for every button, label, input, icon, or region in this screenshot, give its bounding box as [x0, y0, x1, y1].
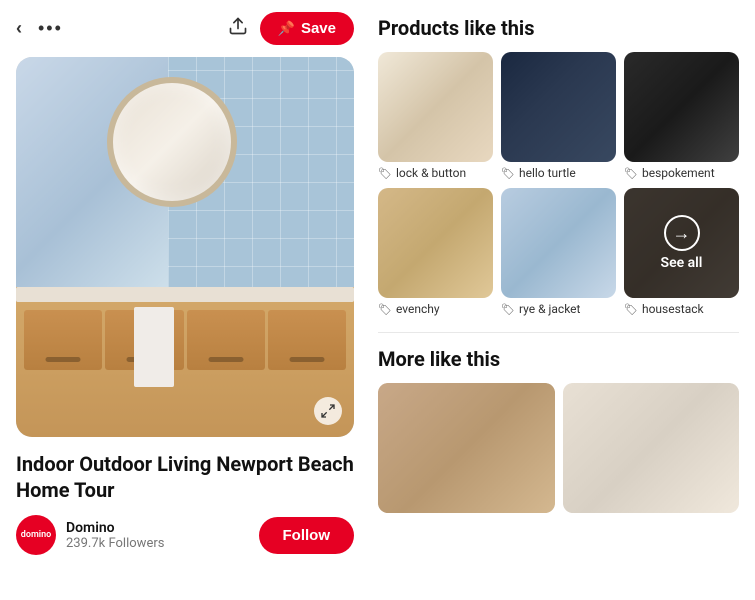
towel: [134, 307, 174, 387]
product-label-3: 🏷 bespokement: [624, 166, 739, 180]
product-item-6[interactable]: → See all 🏷 housestack: [624, 188, 739, 316]
expand-button[interactable]: [314, 397, 342, 425]
author-row: domino Domino 239.7k Followers Follow: [16, 515, 354, 555]
save-button[interactable]: 📌 Save: [260, 12, 354, 45]
tag-icon-6: 🏷: [624, 303, 638, 316]
drawer-3: [187, 310, 265, 370]
product-item-4[interactable]: 🏷 evenchy: [378, 188, 493, 316]
pin-icon: 📌: [278, 20, 295, 37]
more-grid: [378, 383, 739, 513]
products-grid: 🏷 lock & button 🏷 hello turtle 🏷 bespoke…: [378, 52, 739, 316]
product-item-5[interactable]: 🏷 rye & jacket: [501, 188, 616, 316]
avatar[interactable]: domino: [16, 515, 56, 555]
avatar-text: domino: [21, 530, 51, 540]
toolbar: ‹ ••• 📌 Save: [16, 12, 354, 45]
right-panel: Products like this 🏷 lock & button 🏷 hel…: [370, 0, 755, 600]
more-section-title: More like this: [378, 347, 739, 371]
product-item-1[interactable]: 🏷 lock & button: [378, 52, 493, 180]
product-name-5: rye & jacket: [519, 302, 581, 316]
tag-icon-2: 🏷: [501, 167, 515, 180]
see-all-label: See all: [661, 255, 703, 271]
product-item-3[interactable]: 🏷 bespokement: [624, 52, 739, 180]
toolbar-right: 📌 Save: [228, 12, 354, 45]
product-label-5: 🏷 rye & jacket: [501, 302, 616, 316]
products-section-title: Products like this: [378, 16, 739, 40]
author-name[interactable]: Domino: [66, 520, 164, 536]
tag-icon-4: 🏷: [378, 303, 392, 316]
section-divider: [378, 332, 739, 333]
product-name-6: housestack: [642, 302, 704, 316]
mirror: [107, 77, 237, 207]
toolbar-left: ‹ •••: [16, 18, 63, 39]
author-text: Domino 239.7k Followers: [66, 520, 164, 551]
tag-icon-5: 🏷: [501, 303, 515, 316]
back-button[interactable]: ‹: [16, 18, 22, 39]
more-button[interactable]: •••: [38, 18, 63, 39]
vanity-top: [16, 287, 354, 302]
product-item-2[interactable]: 🏷 hello turtle: [501, 52, 616, 180]
drawer-handle: [46, 357, 81, 362]
image-background: [16, 57, 354, 437]
drawer-1: [24, 310, 102, 370]
product-label-4: 🏷 evenchy: [378, 302, 493, 316]
product-label-1: 🏷 lock & button: [378, 166, 493, 180]
see-all-arrow-icon: →: [664, 215, 700, 251]
main-image: [16, 57, 354, 437]
drawer-4: [268, 310, 346, 370]
vanity: [16, 287, 354, 437]
product-label-2: 🏷 hello turtle: [501, 166, 616, 180]
more-item-1[interactable]: [378, 383, 555, 513]
more-item-2[interactable]: [563, 383, 740, 513]
drawer-handle: [208, 357, 243, 362]
product-thumb-2: [501, 52, 616, 162]
share-button[interactable]: [228, 16, 248, 41]
product-thumb-5: [501, 188, 616, 298]
pin-title: Indoor Outdoor Living Newport Beach Home…: [16, 451, 354, 503]
product-label-6: 🏷 housestack: [624, 302, 739, 316]
product-name-1: lock & button: [396, 166, 466, 180]
tag-icon-1: 🏷: [378, 167, 392, 180]
drawer-handle: [289, 357, 324, 362]
see-all-overlay[interactable]: → See all: [624, 188, 739, 298]
followers-count: 239.7k Followers: [66, 536, 164, 551]
save-label: Save: [301, 20, 336, 37]
product-thumb-3: [624, 52, 739, 162]
product-name-3: bespokement: [642, 166, 715, 180]
product-thumb-6: → See all: [624, 188, 739, 298]
author-info: domino Domino 239.7k Followers: [16, 515, 164, 555]
product-name-2: hello turtle: [519, 166, 576, 180]
tag-icon-3: 🏷: [624, 167, 638, 180]
product-thumb-4: [378, 188, 493, 298]
product-thumb-1: [378, 52, 493, 162]
left-panel: ‹ ••• 📌 Save: [0, 0, 370, 600]
product-name-4: evenchy: [396, 302, 440, 316]
follow-button[interactable]: Follow: [259, 517, 355, 554]
vanity-drawers: [16, 302, 354, 370]
